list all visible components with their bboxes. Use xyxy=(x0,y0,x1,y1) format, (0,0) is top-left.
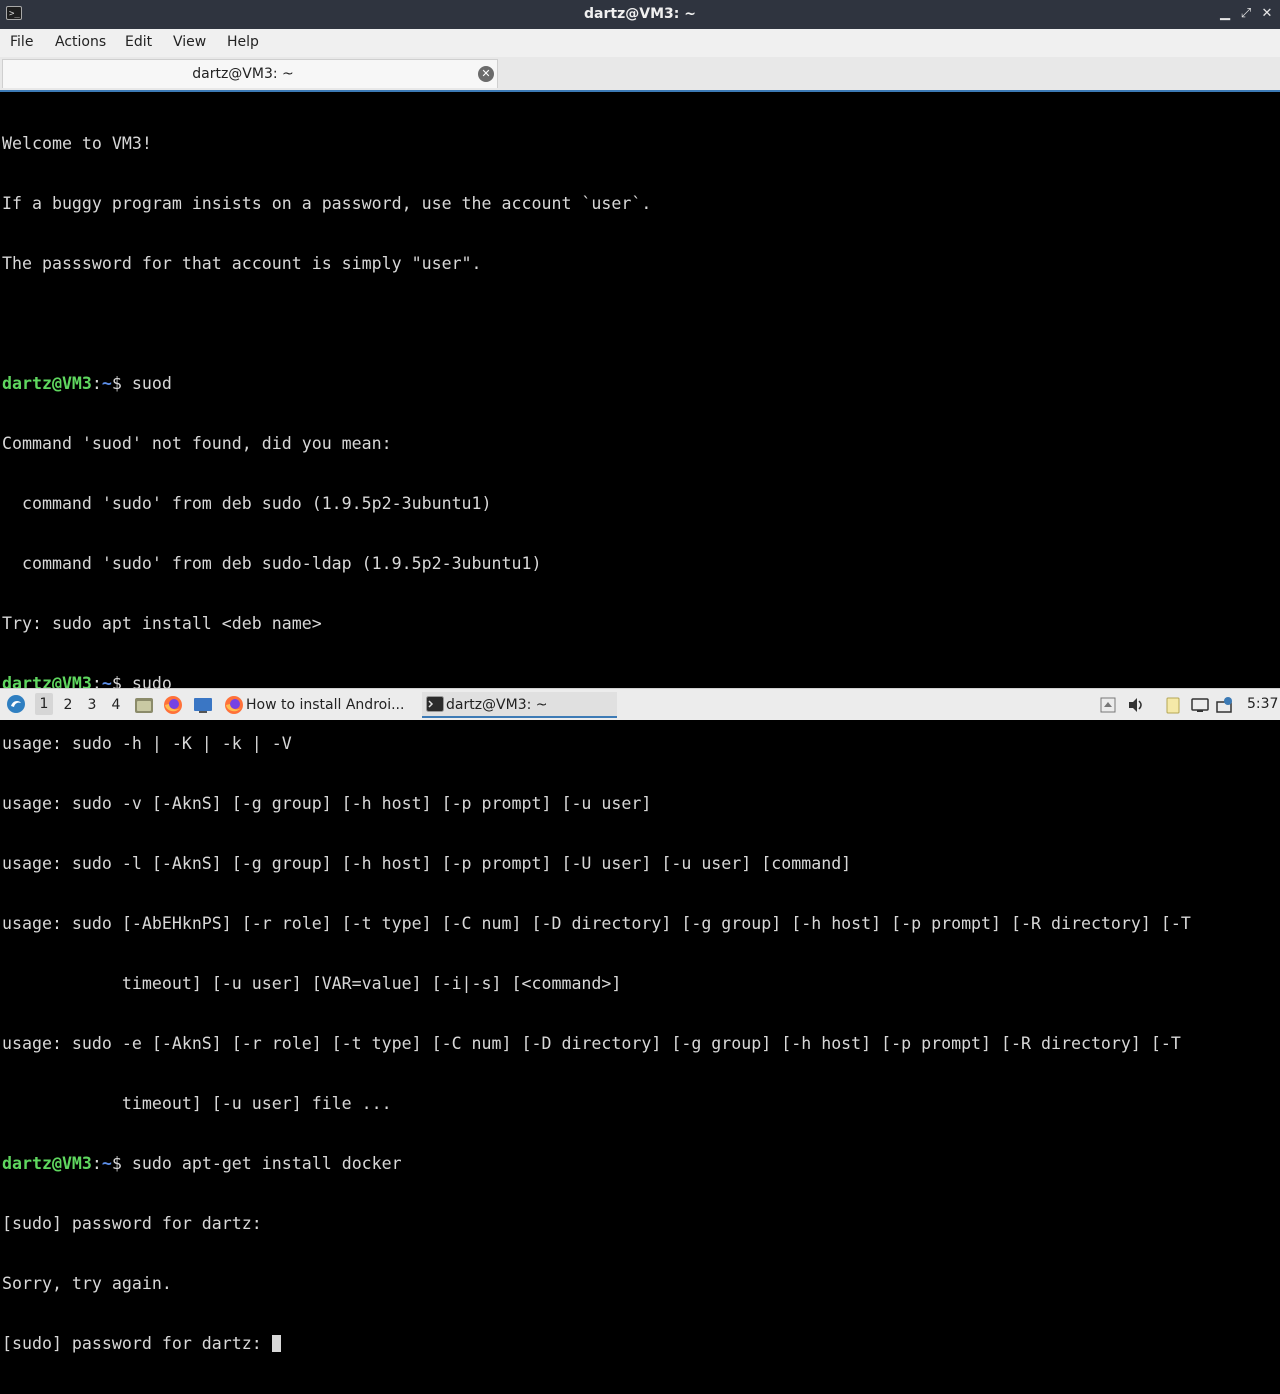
menu-file[interactable]: File xyxy=(10,34,33,50)
terminal-line: timeout] [-u user] [VAR=value] [-i|-s] [… xyxy=(2,974,622,993)
terminal-input-line[interactable]: [sudo] password for dartz: xyxy=(2,1334,1280,1354)
update-notifier-icon[interactable] xyxy=(1216,696,1234,714)
prompt-separator: : xyxy=(91,1154,102,1173)
menu-help[interactable]: Help xyxy=(227,34,259,50)
tray-expand-icon[interactable] xyxy=(1099,696,1117,714)
prompt-symbol: $ xyxy=(111,1154,132,1173)
file-manager-icon[interactable] xyxy=(134,695,154,715)
network-icon[interactable] xyxy=(1191,696,1209,714)
terminal-line: Welcome to VM3! xyxy=(2,134,152,153)
prompt-path: ~ xyxy=(101,374,112,393)
start-menu-icon[interactable] xyxy=(6,694,26,714)
terminal-line: command 'sudo' from deb sudo (1.9.5p2-3u… xyxy=(2,494,492,513)
terminal-icon xyxy=(426,696,444,712)
workspace-4[interactable]: 4 xyxy=(107,697,125,713)
prompt-separator: : xyxy=(91,374,102,393)
tab-label: dartz@VM3: ~ xyxy=(192,66,294,82)
terminal-line: Sorry, try again. xyxy=(2,1274,172,1293)
terminal-prompt-line: dartz@VM3:~$ suod xyxy=(2,374,1280,394)
command-text: sudo apt-get install docker xyxy=(131,1154,402,1173)
command-text: suod xyxy=(131,374,172,393)
task-label: How to install Androi... xyxy=(246,697,405,713)
taskbar: 1 2 3 4 How to install Androi... dartz@V… xyxy=(0,688,1280,720)
task-label: dartz@VM3: ~ xyxy=(446,697,548,713)
show-desktop-icon[interactable] xyxy=(193,695,213,715)
task-browser[interactable]: How to install Androi... xyxy=(222,692,417,718)
terminal-line: command 'sudo' from deb sudo-ldap (1.9.5… xyxy=(2,554,542,573)
terminal-output: Welcome to VM3! If a buggy program insis… xyxy=(2,94,1280,1394)
clipboard-icon[interactable] xyxy=(1164,696,1182,714)
password-prompt: [sudo] password for dartz: xyxy=(2,1334,272,1353)
workspace-3[interactable]: 3 xyxy=(83,697,101,713)
terminal-line: usage: sudo [-AbEHknPS] [-r role] [-t ty… xyxy=(2,914,1191,933)
menu-actions[interactable]: Actions xyxy=(55,34,106,50)
terminal-line: usage: sudo -e [-AknS] [-r role] [-t typ… xyxy=(2,1034,1181,1053)
prompt-user: dartz@VM3 xyxy=(2,374,92,393)
maximize-button[interactable]: ⤢ xyxy=(1237,5,1255,23)
firefox-icon xyxy=(225,696,243,714)
terminal-line: usage: sudo -l [-AknS] [-g group] [-h ho… xyxy=(2,854,852,873)
menu-bar: File Actions Edit View Help xyxy=(0,29,1280,58)
terminal-line: usage: sudo -v [-AknS] [-g group] [-h ho… xyxy=(2,794,652,813)
tab-terminal[interactable]: dartz@VM3: ~ ✕ xyxy=(2,59,498,88)
text-cursor xyxy=(271,1335,281,1352)
volume-icon[interactable] xyxy=(1127,696,1145,714)
terminal-line: If a buggy program insists on a password… xyxy=(2,194,652,213)
close-button[interactable]: ✕ xyxy=(1258,5,1276,23)
terminal-view[interactable]: Welcome to VM3! If a buggy program insis… xyxy=(0,90,1280,1353)
terminal-line: Try: sudo apt install <deb name> xyxy=(2,614,322,633)
clock[interactable]: 5:37 xyxy=(1247,696,1278,712)
terminal-line: The passsword for that account is simply… xyxy=(2,254,482,273)
tab-close-icon[interactable]: ✕ xyxy=(478,66,494,82)
prompt-user: dartz@VM3 xyxy=(2,1154,92,1173)
minimize-button[interactable]: ▁ xyxy=(1216,5,1234,23)
terminal-line: Command 'suod' not found, did you mean: xyxy=(2,434,392,453)
terminal-line: usage: sudo -h | -K | -k | -V xyxy=(2,734,292,753)
tab-bar: dartz@VM3: ~ ✕ xyxy=(0,57,1280,90)
firefox-icon[interactable] xyxy=(163,695,183,715)
menu-view[interactable]: View xyxy=(173,34,206,50)
terminal-prompt-line: dartz@VM3:~$ sudo apt-get install docker xyxy=(2,1154,1280,1174)
task-terminal[interactable]: dartz@VM3: ~ xyxy=(422,692,617,718)
terminal-line: [sudo] password for dartz: xyxy=(2,1214,262,1233)
workspace-1[interactable]: 1 xyxy=(35,693,53,715)
terminal-line: timeout] [-u user] file ... xyxy=(2,1094,392,1113)
menu-edit[interactable]: Edit xyxy=(125,34,152,50)
window-titlebar: >_ dartz@VM3: ~ ▁ ⤢ ✕ xyxy=(0,0,1280,29)
workspace-2[interactable]: 2 xyxy=(59,697,77,713)
prompt-path: ~ xyxy=(101,1154,112,1173)
prompt-symbol: $ xyxy=(111,374,132,393)
window-title: dartz@VM3: ~ xyxy=(584,6,696,22)
